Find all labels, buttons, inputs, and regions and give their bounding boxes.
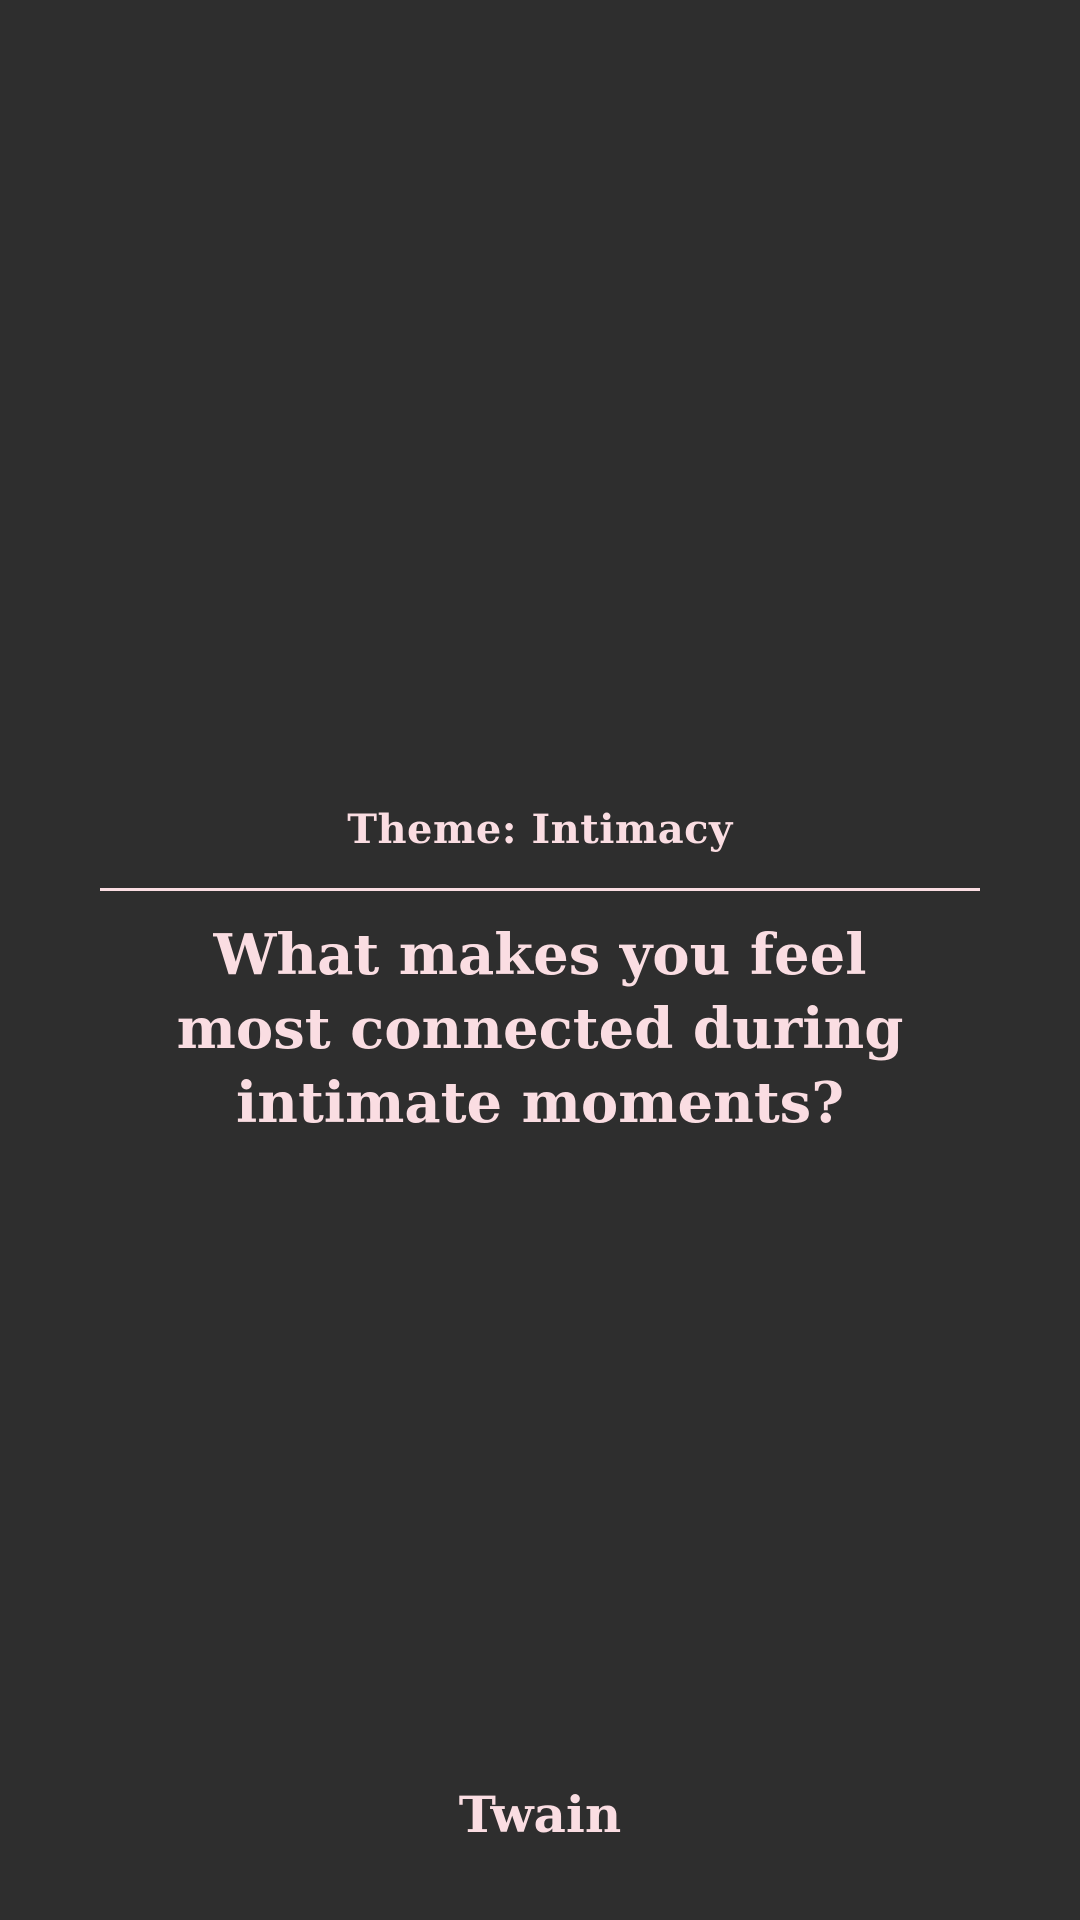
divider — [100, 888, 980, 891]
theme-label: Theme: Intimacy — [347, 806, 733, 853]
question-text: What makes you feel most connected durin… — [176, 922, 904, 1136]
brand-logo-text: Twain — [458, 1785, 622, 1844]
question-card: Theme: Intimacy What makes you feel most… — [0, 0, 1080, 1920]
